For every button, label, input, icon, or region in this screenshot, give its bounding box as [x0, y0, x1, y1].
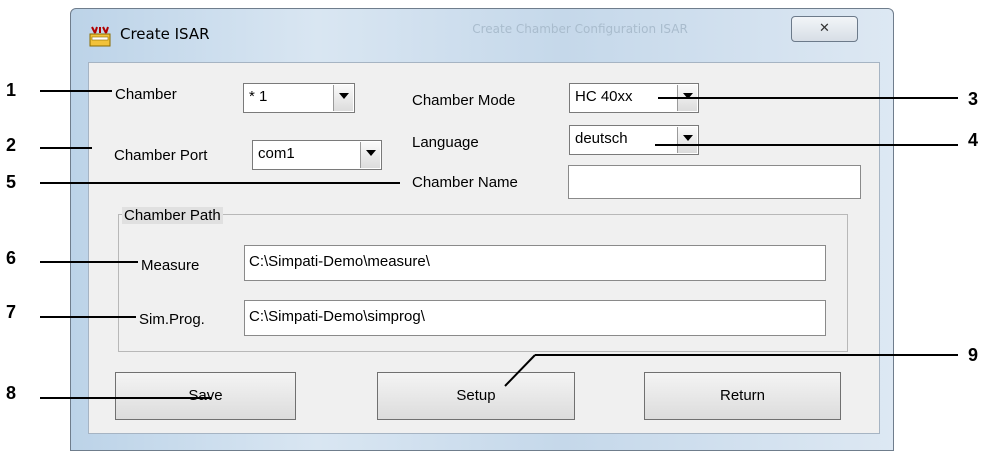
- callout-number: 2: [6, 135, 17, 155]
- chamber-mode-label: Chamber Mode: [412, 92, 516, 109]
- chamber-value: * 1: [249, 88, 268, 105]
- chevron-down-icon[interactable]: [677, 85, 697, 111]
- chevron-down-icon[interactable]: [677, 127, 697, 153]
- close-icon: ✕: [819, 21, 830, 36]
- measure-label: Measure: [141, 257, 200, 274]
- chamber-select[interactable]: * 1: [243, 83, 355, 113]
- chamber-label: Chamber: [115, 86, 177, 103]
- chevron-down-icon[interactable]: [360, 142, 380, 168]
- callout-number: 8: [6, 383, 17, 403]
- callout-number: 5: [6, 172, 17, 192]
- simprog-label: Sim.Prog.: [139, 311, 205, 328]
- chevron-down-icon[interactable]: [333, 85, 353, 111]
- window-title: Create ISAR: [120, 25, 210, 43]
- language-value: deutsch: [575, 130, 628, 147]
- return-button[interactable]: Return: [644, 372, 841, 420]
- chamber-mode-value: HC 40xx: [575, 88, 633, 105]
- save-button[interactable]: Save: [115, 372, 296, 420]
- close-button[interactable]: ✕: [791, 16, 858, 42]
- chamber-path-title: Chamber Path: [122, 207, 223, 224]
- simprog-path-field[interactable]: C:\Simpati-Demo\simprog\: [244, 300, 826, 336]
- language-select[interactable]: deutsch: [569, 125, 699, 155]
- setup-button[interactable]: Setup: [377, 372, 575, 420]
- measure-path-field[interactable]: C:\Simpati-Demo\measure\: [244, 245, 826, 281]
- callout-number: 3: [968, 89, 979, 109]
- app-icon: [89, 26, 111, 47]
- chamber-port-label: Chamber Port: [114, 147, 208, 164]
- callout-number: 6: [6, 248, 17, 268]
- callout-number: 9: [968, 345, 979, 365]
- callout-number: 7: [6, 302, 17, 322]
- callout-number: 1: [6, 80, 17, 100]
- callout-number: 4: [968, 130, 979, 150]
- background-window-title: Create Chamber Configuration ISAR: [472, 22, 688, 36]
- chamber-port-value: com1: [258, 145, 295, 162]
- chamber-mode-select[interactable]: HC 40xx: [569, 83, 699, 113]
- chamber-name-label: Chamber Name: [412, 174, 518, 191]
- language-label: Language: [412, 134, 479, 151]
- chamber-name-field[interactable]: [568, 165, 861, 199]
- chamber-port-select[interactable]: com1: [252, 140, 382, 170]
